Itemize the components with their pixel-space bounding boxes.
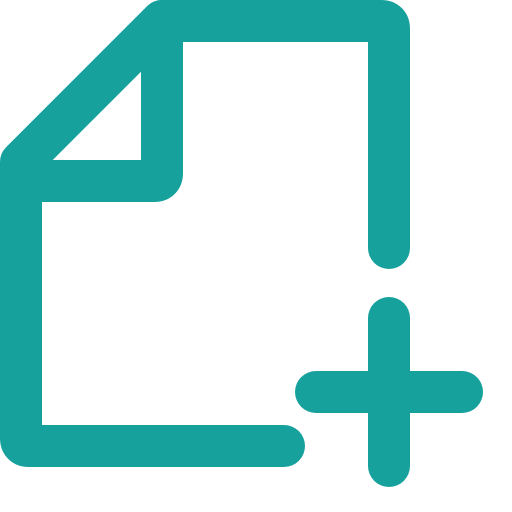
file-add-icon — [0, 0, 483, 487]
icon-canvas — [0, 0, 512, 512]
